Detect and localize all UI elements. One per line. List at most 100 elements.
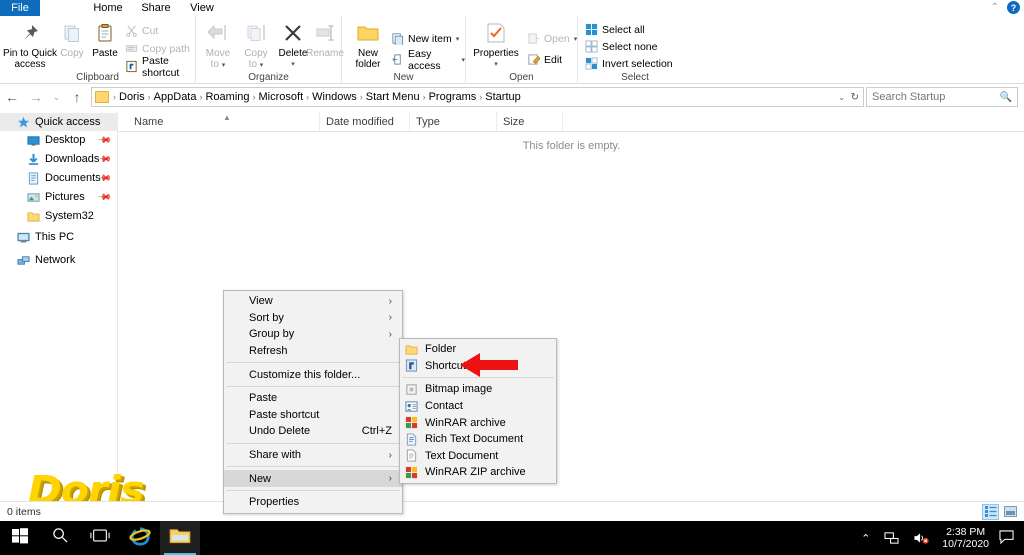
cut-button[interactable]: Cut	[124, 22, 158, 39]
volume-muted-icon[interactable]	[906, 531, 936, 545]
easy-access-button[interactable]: Easy access ▾	[390, 48, 465, 72]
taskbar-clock[interactable]: 2:38 PM 10/7/2020	[936, 526, 995, 550]
new-submenu-label-folder: Folder	[425, 343, 457, 356]
context-menu-item-paste-shortcut[interactable]: Paste shortcut	[224, 407, 402, 424]
refresh-icon[interactable]: ↻	[851, 92, 859, 103]
search-input[interactable]	[872, 91, 1012, 103]
delete-caret-icon[interactable]: ▾	[291, 59, 295, 70]
breadcrumb-item-start-menu[interactable]: Start Menu	[364, 91, 422, 103]
sidebar-label-network: Network	[35, 254, 76, 266]
new-submenu-item-contact[interactable]: Contact	[400, 398, 556, 415]
tab-share[interactable]: Share	[136, 0, 176, 16]
search-button[interactable]	[40, 521, 80, 555]
edit-button[interactable]: Edit	[526, 51, 562, 68]
sidebar-item-pictures[interactable]: Pictures 📌	[0, 188, 118, 206]
copy-button[interactable]: Copy	[57, 20, 87, 72]
column-header-size[interactable]: Size	[497, 111, 563, 132]
delete-label: Delete	[278, 48, 308, 59]
context-menu-item-undo-delete[interactable]: Undo Delete Ctrl+Z	[224, 423, 402, 440]
context-menu-item-share-with[interactable]: Share with ›	[224, 447, 402, 464]
large-icons-view-button[interactable]	[1002, 504, 1019, 520]
move-to-button[interactable]: Move to ▾	[200, 20, 236, 72]
sidebar-item-this-pc[interactable]: This PC	[0, 228, 118, 246]
new-item-button[interactable]: New item ▾	[390, 30, 459, 47]
context-menu-item-paste[interactable]: Paste	[224, 390, 402, 407]
chevron-right-icon: ›	[388, 328, 392, 340]
context-menu-item-new[interactable]: New ›	[224, 470, 402, 487]
breadcrumb-item-microsoft[interactable]: Microsoft	[257, 91, 306, 103]
pin-icon-pictures[interactable]: 📌	[97, 189, 112, 205]
new-submenu-item-text-document[interactable]: Text Document	[400, 448, 556, 465]
internet-explorer-button[interactable]	[120, 521, 160, 555]
paste-button[interactable]: Paste	[88, 20, 122, 72]
sidebar-item-desktop[interactable]: Desktop 📌	[0, 131, 118, 149]
column-header-name[interactable]: Name ▲	[128, 111, 320, 132]
minimize-ribbon-icon[interactable]: ⌃	[991, 2, 999, 13]
delete-button[interactable]: Delete ▾	[276, 20, 310, 72]
new-folder-label-2: folder	[355, 59, 381, 70]
context-menu-item-properties[interactable]: Properties	[224, 494, 402, 511]
select-none-button[interactable]: Select none	[584, 38, 657, 55]
select-all-button[interactable]: Select all	[584, 21, 645, 38]
rename-button[interactable]: Rename	[306, 20, 344, 72]
sidebar-item-network[interactable]: Network	[0, 251, 118, 269]
breadcrumb-item-programs[interactable]: Programs	[427, 91, 479, 103]
search-box[interactable]: 🔍	[866, 87, 1018, 107]
open-caret-icon[interactable]: ▾	[574, 35, 578, 43]
context-menu-item-group-by[interactable]: Group by ›	[224, 326, 402, 343]
help-icon[interactable]: ?	[1007, 1, 1020, 14]
breadcrumb-dropdown-icon[interactable]: ⌄	[838, 93, 845, 102]
recent-locations-button[interactable]: ⌄	[48, 85, 65, 109]
empty-folder-message: This folder is empty.	[522, 140, 621, 152]
sidebar-item-system32[interactable]: System32	[0, 207, 118, 225]
new-submenu-item-winrar-archive[interactable]: WinRAR archive	[400, 414, 556, 431]
tab-home[interactable]: Home	[88, 0, 128, 16]
properties-button[interactable]: Properties ▾	[470, 20, 522, 72]
new-item-caret-icon[interactable]: ▾	[456, 35, 460, 43]
search-icon[interactable]: 🔍	[1000, 92, 1012, 103]
breadcrumb-item-startup[interactable]: Startup	[483, 91, 522, 103]
start-button[interactable]	[0, 521, 40, 555]
properties-caret-icon[interactable]: ▾	[494, 59, 498, 70]
pin-to-quick-access-button[interactable]: Pin to Quick access	[3, 20, 57, 72]
task-view-button[interactable]	[80, 521, 120, 555]
breadcrumb-item-doris[interactable]: Doris	[117, 91, 147, 103]
context-menu-item-view[interactable]: View ›	[224, 293, 402, 310]
invert-selection-button[interactable]: Invert selection	[584, 55, 673, 72]
breadcrumb-item-appdata[interactable]: AppData	[152, 91, 199, 103]
tab-share-label: Share	[141, 2, 171, 14]
breadcrumb-item-roaming[interactable]: Roaming	[203, 91, 251, 103]
column-header-type[interactable]: Type	[410, 111, 497, 132]
tray-chevron-icon[interactable]: ⌃	[854, 532, 877, 545]
context-menu-item-customize-this-folder[interactable]: Customize this folder...	[224, 366, 402, 383]
task-view-icon	[90, 528, 110, 548]
file-explorer-button[interactable]	[160, 521, 200, 555]
easy-access-caret-icon[interactable]: ▾	[461, 56, 465, 64]
new-folder-button[interactable]: New folder	[348, 20, 388, 72]
context-menu-item-sort-by[interactable]: Sort by ›	[224, 310, 402, 327]
up-button[interactable]: ↑	[65, 85, 89, 109]
sidebar-item-downloads[interactable]: Downloads 📌	[0, 150, 118, 168]
sidebar-item-quick-access[interactable]: Quick access	[0, 113, 118, 131]
forward-button[interactable]: →	[24, 85, 48, 109]
star-pin-icon	[16, 115, 30, 129]
pin-icon-desktop[interactable]: 📌	[97, 132, 112, 148]
sidebar-label-system32: System32	[45, 210, 94, 222]
action-center-icon[interactable]	[995, 529, 1024, 547]
breadcrumb[interactable]: › Doris › AppData › Roaming › Microsoft …	[91, 87, 864, 107]
tab-view[interactable]: View	[182, 0, 222, 16]
network-tray-icon[interactable]	[877, 531, 906, 545]
details-view-button[interactable]	[982, 503, 999, 520]
new-submenu-item-winrar-zip-archive[interactable]: WinRAR ZIP archive	[400, 464, 556, 481]
copy-to-button[interactable]: Copy to ▾	[238, 20, 274, 72]
new-submenu-item-rich-text-document[interactable]: Rich Text Document	[400, 431, 556, 448]
tab-file[interactable]: File	[0, 0, 40, 16]
ribbon-group-select: Select all Select none Invert selection …	[578, 16, 692, 84]
open-button[interactable]: Open ▾	[526, 30, 577, 47]
sidebar-item-documents[interactable]: Documents 📌	[0, 169, 118, 187]
breadcrumb-item-windows[interactable]: Windows	[310, 91, 359, 103]
back-button[interactable]: ←	[0, 85, 24, 109]
context-menu-item-refresh[interactable]: Refresh	[224, 343, 402, 360]
pin-icon	[20, 20, 40, 46]
column-header-date-modified[interactable]: Date modified	[320, 111, 410, 132]
